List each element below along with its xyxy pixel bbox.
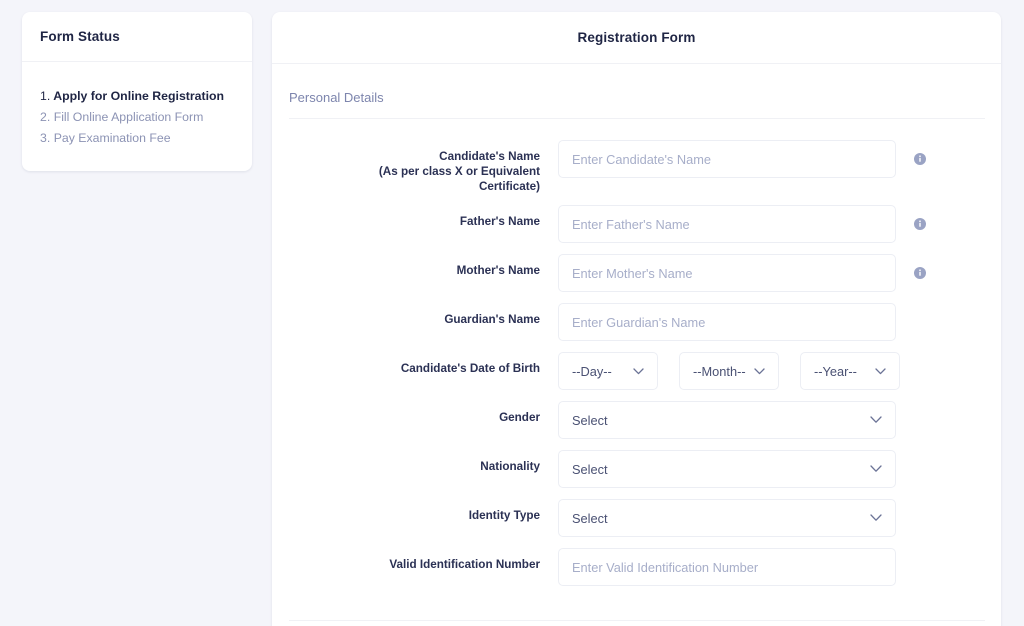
identity-type-value: Select — [572, 510, 608, 526]
mother-name-control — [558, 254, 926, 292]
field-row-nationality: Nationality Select — [289, 450, 984, 488]
valid-identification-number-control — [558, 548, 926, 586]
nationality-value: Select — [572, 461, 608, 477]
field-row-mother-name: Mother's Name — [289, 254, 984, 292]
identity-type-label: Identity Type — [468, 509, 540, 522]
chevron-down-icon — [875, 367, 886, 375]
guardian-name-input[interactable] — [558, 303, 896, 341]
status-step-2[interactable]: 2. Fill Online Application Form — [40, 107, 234, 128]
chevron-down-icon — [633, 367, 644, 375]
valid-identification-number-label: Valid Identification Number — [389, 558, 540, 571]
chevron-down-icon — [870, 416, 882, 424]
status-step-3[interactable]: 3. Pay Examination Fee — [40, 128, 234, 149]
candidate-name-input[interactable] — [558, 140, 896, 178]
registration-form-card: Registration Form Personal Details Candi… — [272, 12, 1001, 626]
form-status-title: Form Status — [40, 29, 120, 44]
chevron-down-icon — [754, 367, 765, 375]
info-icon[interactable] — [914, 218, 926, 230]
gender-select[interactable]: Select — [558, 401, 896, 439]
dob-year-value: --Year-- — [814, 363, 857, 379]
status-step-3-number: 3. — [40, 131, 51, 145]
date-of-birth-label: Candidate's Date of Birth — [400, 362, 540, 375]
mother-name-input[interactable] — [558, 254, 896, 292]
field-row-guardian-name: Guardian's Name — [289, 303, 984, 341]
dob-day-wrap: --Day-- — [558, 352, 658, 390]
dob-month-value: --Month-- — [693, 363, 746, 379]
status-step-2-label: Fill Online Application Form — [53, 110, 204, 124]
chevron-down-icon — [870, 514, 882, 522]
dob-year-wrap: --Year-- — [800, 352, 900, 390]
gender-value: Select — [572, 412, 608, 428]
field-row-valid-identification-number: Valid Identification Number — [289, 548, 984, 586]
status-step-1[interactable]: 1. Apply for Online Registration — [40, 86, 234, 107]
registration-page: Form Status 1. Apply for Online Registra… — [0, 0, 1024, 626]
candidate-name-label-line1: Candidate's Name — [439, 150, 540, 163]
mother-name-label: Mother's Name — [456, 264, 540, 277]
dob-day-value: --Day-- — [572, 363, 612, 379]
guardian-name-control — [558, 303, 926, 341]
field-row-father-name: Father's Name — [289, 205, 984, 243]
dob-month-select[interactable]: --Month-- — [679, 352, 779, 390]
info-icon[interactable] — [914, 153, 926, 165]
personal-details-section-title: Personal Details — [289, 64, 985, 119]
nationality-label: Nationality — [480, 460, 540, 473]
dob-day-select[interactable]: --Day-- — [558, 352, 658, 390]
date-of-birth-control: --Day-- --Month-- --Year-- — [558, 352, 900, 390]
field-row-date-of-birth: Candidate's Date of Birth --Day-- --Mont… — [289, 352, 984, 390]
guardian-name-label: Guardian's Name — [444, 313, 540, 326]
registration-form-body: Personal Details Candidate's Name (As pe… — [272, 64, 1001, 586]
candidate-name-label: Candidate's Name (As per class X or Equi… — [289, 140, 558, 194]
candidate-name-label-line2: (As per class X or Equivalent — [378, 165, 540, 178]
form-status-card: Form Status 1. Apply for Online Registra… — [22, 12, 252, 171]
identity-type-select[interactable]: Select — [558, 499, 896, 537]
dob-month-wrap: --Month-- — [679, 352, 779, 390]
registration-form-title: Registration Form — [577, 30, 696, 45]
valid-identification-number-input[interactable] — [558, 548, 896, 586]
registration-form-header: Registration Form — [272, 12, 1001, 64]
gender-control: Select — [558, 401, 926, 439]
status-step-1-number: 1. — [40, 89, 51, 103]
status-step-3-label: Pay Examination Fee — [53, 131, 171, 145]
nationality-control: Select — [558, 450, 926, 488]
candidate-name-control — [558, 140, 926, 178]
personal-details-fields: Candidate's Name (As per class X or Equi… — [289, 119, 984, 586]
field-row-candidate-name: Candidate's Name (As per class X or Equi… — [289, 140, 984, 194]
date-of-birth-group: --Day-- --Month-- --Year-- — [558, 352, 900, 390]
field-row-gender: Gender Select — [289, 401, 984, 439]
father-name-label: Father's Name — [459, 215, 540, 228]
candidate-name-label-line3: Certificate) — [478, 180, 540, 193]
status-step-1-label: Apply for Online Registration — [53, 89, 225, 103]
status-step-2-number: 2. — [40, 110, 51, 124]
form-bottom-divider — [289, 620, 985, 621]
form-status-list: 1. Apply for Online Registration 2. Fill… — [22, 62, 252, 171]
identity-type-control: Select — [558, 499, 926, 537]
chevron-down-icon — [870, 465, 882, 473]
father-name-control — [558, 205, 926, 243]
form-status-header: Form Status — [22, 12, 252, 62]
field-row-identity-type: Identity Type Select — [289, 499, 984, 537]
father-name-input[interactable] — [558, 205, 896, 243]
gender-label: Gender — [499, 411, 540, 424]
info-icon[interactable] — [914, 267, 926, 279]
dob-year-select[interactable]: --Year-- — [800, 352, 900, 390]
nationality-select[interactable]: Select — [558, 450, 896, 488]
